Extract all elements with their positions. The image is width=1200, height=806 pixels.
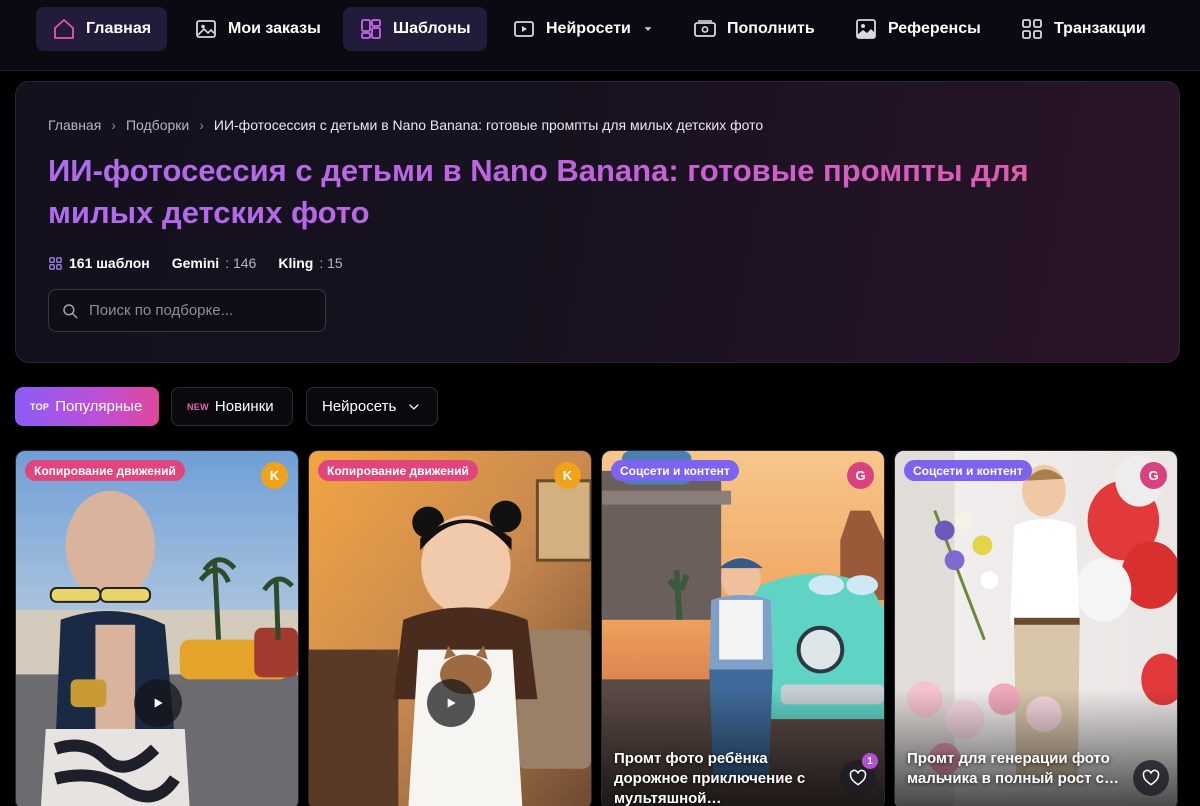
play-button[interactable]: [134, 679, 182, 727]
search-input[interactable]: [89, 302, 309, 319]
collection-stats: 161 шаблон Gemini : 146 Kling : 15: [48, 255, 343, 271]
gemini-label: Gemini: [171, 255, 220, 271]
kling-count: : 15: [319, 255, 343, 271]
nav-item-networks[interactable]: Нейросети: [496, 7, 671, 51]
nav-item-references[interactable]: Референсы: [838, 7, 997, 51]
breadcrumb-collections[interactable]: Подборки: [126, 117, 189, 133]
filter-network-dropdown[interactable]: Нейросеть: [306, 387, 438, 426]
template-card[interactable]: Копирование движений K: [308, 450, 592, 806]
top-navigation: Главная Мои заказы Шаблоны Нейросети Поп…: [0, 0, 1200, 71]
model-gemini-badge: G: [1140, 462, 1167, 489]
nav-label-topup: Пополнить: [727, 20, 815, 37]
template-card[interactable]: Соцсети и контент G Промт для генерации …: [894, 450, 1178, 806]
nav-label-templates: Шаблоны: [393, 20, 471, 37]
nav-item-transactions[interactable]: Транзакции: [1004, 7, 1162, 51]
model-kling-badge: K: [261, 462, 288, 489]
card-title: Промт фото ребёнка дорожное приключение …: [614, 750, 806, 806]
nav-label-references: Референсы: [888, 20, 981, 37]
card-category-badge: Соцсети и контент: [904, 460, 1032, 481]
card-category-badge: Копирование движений: [25, 460, 185, 481]
play-icon: [447, 698, 456, 708]
nav-label-networks: Нейросети: [546, 20, 631, 37]
templates-icon: [361, 19, 381, 39]
breadcrumb-separator: ›: [199, 117, 204, 133]
nav-label-transactions: Транзакции: [1054, 20, 1146, 37]
model-gemini-badge: G: [847, 462, 874, 489]
nav-item-orders[interactable]: Мои заказы: [178, 7, 337, 51]
nav-label-orders: Мои заказы: [228, 20, 321, 37]
image-icon: [196, 20, 216, 38]
card-title: Промт для генерации фото мальчика в полн…: [907, 750, 1119, 787]
nav-item-templates[interactable]: Шаблоны: [343, 7, 487, 51]
home-icon: [54, 19, 74, 39]
breadcrumb-home[interactable]: Главная: [48, 117, 101, 133]
gemini-count: : 146: [225, 255, 257, 271]
play-box-icon: [514, 21, 534, 37]
filter-network-label: Нейросеть: [322, 398, 397, 415]
play-button[interactable]: [427, 679, 475, 727]
card-category-badge: Соцсети и контент: [611, 460, 739, 481]
like-button[interactable]: [1133, 760, 1169, 796]
filter-popular-label: Популярные: [55, 398, 143, 415]
card-category-badge: Копирование движений: [318, 460, 478, 481]
page-title: ИИ-фотосессия с детьми в Nano Banana: го…: [48, 150, 1098, 234]
breadcrumb: Главная › Подборки › ИИ-фотосессия с дет…: [48, 117, 763, 133]
nav-label-home: Главная: [86, 20, 152, 37]
picture-icon: [856, 19, 876, 39]
chevron-down-icon: [409, 403, 419, 410]
wallet-icon: [694, 20, 716, 37]
heart-icon: [849, 769, 867, 786]
top-tag: TOP: [30, 401, 50, 412]
nav-item-topup[interactable]: Пополнить: [677, 7, 831, 51]
card-image-baby-sunglasses: [16, 451, 298, 806]
model-kling-badge: K: [554, 462, 581, 489]
grid-icon: [1022, 19, 1042, 39]
heart-icon: [1142, 769, 1160, 786]
stat-gemini: Gemini : 146: [172, 255, 257, 271]
collection-search[interactable]: [48, 289, 326, 332]
kling-label: Kling: [278, 255, 314, 271]
filter-popular-button[interactable]: TOP Популярные: [15, 387, 159, 426]
like-count-badge: 1: [862, 753, 878, 769]
breadcrumb-separator: ›: [111, 117, 116, 133]
new-tag: NEW: [187, 401, 209, 412]
templates-small-icon: [49, 256, 62, 270]
stat-kling: Kling : 15: [278, 255, 342, 271]
card-image-girl-cat-overalls: [309, 451, 591, 806]
template-card[interactable]: Соцсети и контент G Промт фото ребёнка д…: [601, 450, 885, 806]
nav-item-home[interactable]: Главная: [36, 7, 168, 51]
search-icon: [63, 303, 78, 318]
play-icon: [154, 698, 163, 708]
caret-down-icon: [644, 27, 652, 31]
collection-hero: Главная › Подборки › ИИ-фотосессия с дет…: [15, 81, 1180, 363]
filter-new-label: Новинки: [214, 398, 274, 415]
filter-new-button[interactable]: NEW Новинки: [171, 387, 293, 426]
breadcrumb-current: ИИ-фотосессия с детьми в Nano Banana: го…: [213, 117, 764, 133]
templates-count: 161 шаблон: [69, 255, 150, 271]
stat-templates: 161 шаблон: [48, 255, 150, 271]
template-card[interactable]: Копирование движений K: [15, 450, 299, 806]
